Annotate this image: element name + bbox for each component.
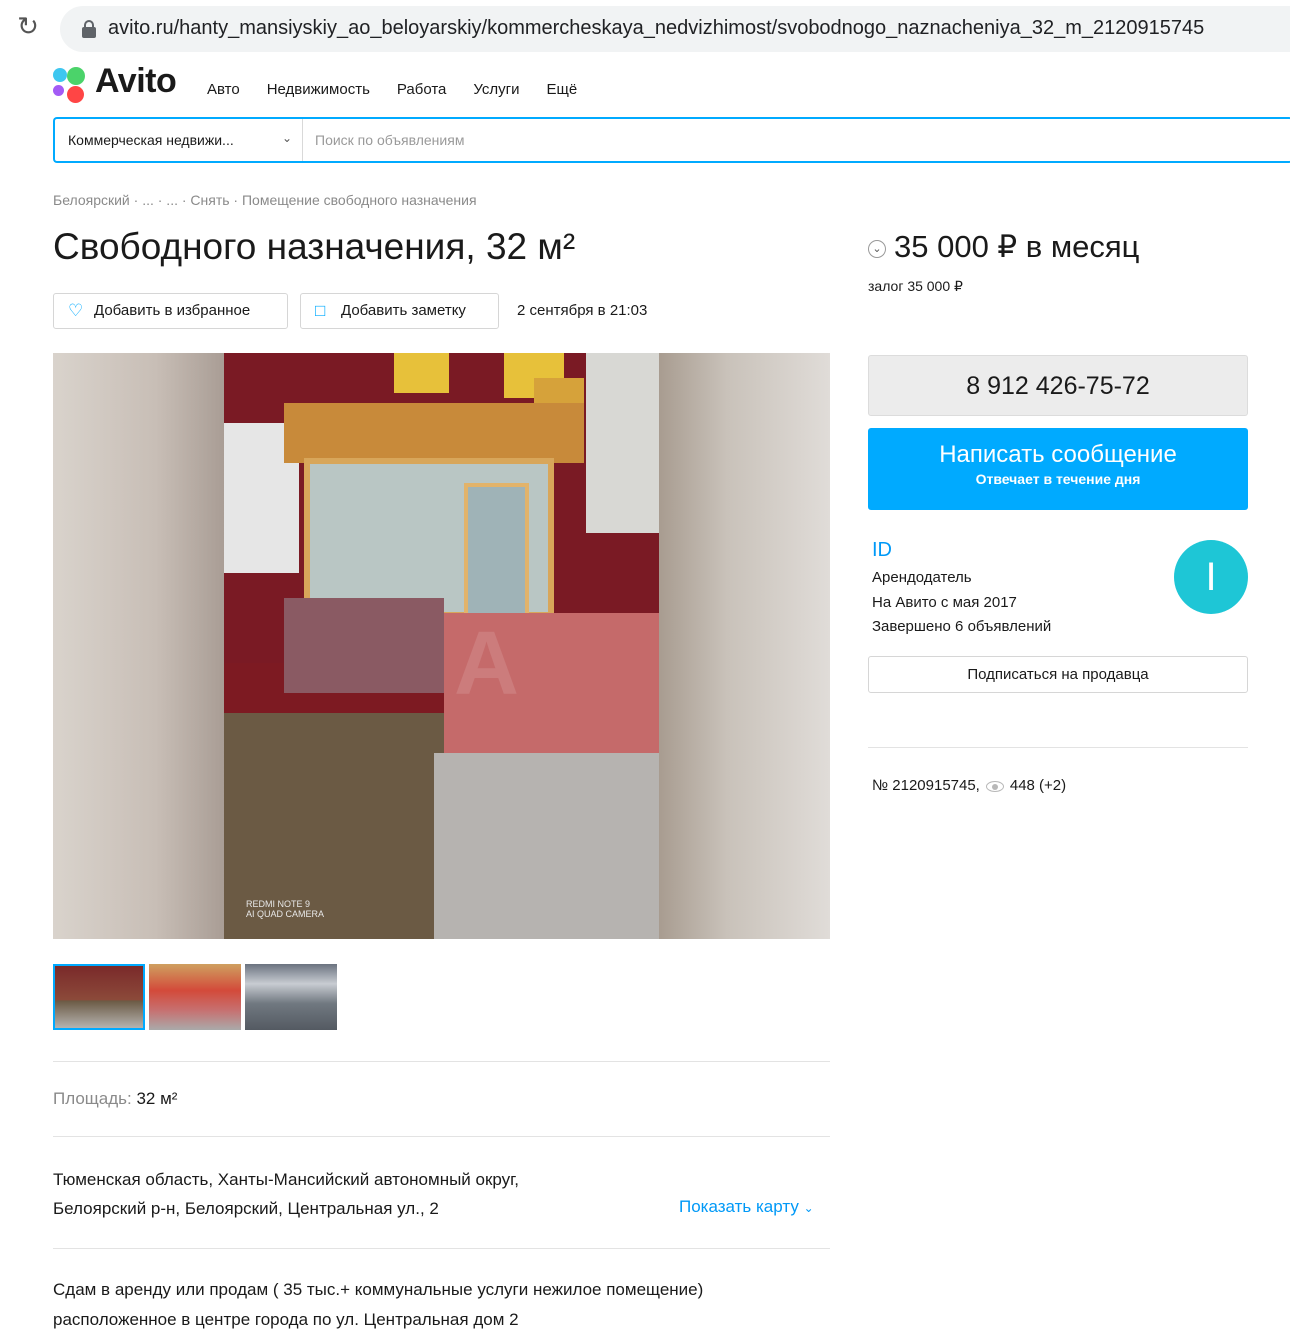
nav-item-more[interactable]: Ещё [547, 81, 578, 98]
chevron-down-icon[interactable]: ⌄ [868, 239, 886, 258]
divider [53, 1248, 830, 1249]
listing-number: № 2120915745, [872, 777, 980, 794]
page-title: Свободного назначения, 32 м² [53, 226, 576, 267]
seller-name-link[interactable]: ID [872, 539, 892, 562]
photo-main: A REDMI NOTE 9 AI QUAD CAMERA [224, 353, 659, 939]
avatar[interactable]: I [1174, 540, 1248, 614]
browser-toolbar: ↻ avito.ru/hanty_mansiyskiy_ao_beloyarsk… [0, 0, 1290, 58]
address-line: Тюменская область, Ханты-Мансийский авто… [53, 1170, 520, 1189]
area-label: Площадь: [53, 1089, 132, 1108]
photo-thumbnails [53, 964, 337, 1030]
watermark-logo: A [454, 614, 519, 714]
response-time: Отвечает в течение дня [975, 471, 1141, 487]
address: Тюменская область, Ханты-Мансийский авто… [53, 1165, 653, 1223]
seller-completed: Завершено 6 объявлений [872, 618, 1052, 635]
description-line: расположенное в центре города по ул. Цен… [53, 1310, 519, 1329]
category-select-value: Коммерческая недвижи... [68, 132, 234, 148]
listing-date: 2 сентября в 21:03 [517, 302, 648, 319]
address-line: Белоярский р-н, Белоярский, Центральная … [53, 1199, 439, 1218]
camera-watermark: REDMI NOTE 9 AI QUAD CAMERA [246, 899, 325, 919]
logo-dot [67, 67, 85, 85]
write-message-label: Написать сообщение [939, 441, 1177, 468]
search-bar: Коммерческая недвижи... ⌄ Поиск по объяв… [53, 117, 1290, 163]
show-map-label: Показать карту [679, 1197, 799, 1216]
logo-dot [53, 85, 64, 96]
note-icon: □ [315, 301, 326, 320]
breadcrumb[interactable]: Белоярский · ... · ... · Снять · Помещен… [53, 192, 477, 208]
show-map-link[interactable]: Показать карту ⌄ [679, 1197, 814, 1217]
photo-blur-left [53, 353, 224, 939]
deposit: залог 35 000 ₽ [868, 278, 963, 294]
logo-text: Avito [95, 62, 177, 100]
show-phone-button[interactable]: 8 912 426-75-72 [868, 355, 1248, 416]
add-favorite-label: Добавить в избранное [94, 302, 251, 319]
logo-dot [67, 86, 84, 103]
add-note-label: Добавить заметку [341, 302, 466, 319]
nav-item-services[interactable]: Услуги [473, 81, 519, 98]
reload-icon[interactable]: ↻ [14, 12, 42, 40]
description-line: Сдам в аренду или продам ( 35 тыс.+ комм… [53, 1280, 704, 1299]
divider [53, 1061, 830, 1062]
category-select[interactable]: Коммерческая недвижи... ⌄ [55, 119, 303, 161]
seller-since: На Авито с мая 2017 [872, 593, 1017, 611]
description: Сдам в аренду или продам ( 35 тыс.+ комм… [53, 1275, 830, 1329]
photo-blur-right [659, 353, 830, 939]
add-favorite-button[interactable]: ♡ Добавить в избранное [53, 293, 288, 329]
price: ⌄ 35 000 ₽ в месяц [868, 229, 1139, 265]
add-note-button[interactable]: □ Добавить заметку [300, 293, 499, 329]
heart-icon: ♡ [68, 301, 84, 320]
main-nav: Авто Недвижимость Работа Услуги Ещё [207, 81, 604, 98]
thumbnail-1[interactable] [53, 964, 145, 1030]
seller-type: Арендодатель [872, 569, 972, 586]
area-value: 32 м² [136, 1089, 178, 1108]
chevron-down-icon: ⌄ [281, 131, 292, 145]
url-text: avito.ru/hanty_mansiyskiy_ao_beloyarskiy… [108, 17, 1205, 39]
search-input[interactable]: Поиск по объявлениям [315, 132, 464, 148]
lock-icon[interactable] [82, 20, 96, 38]
logo-dot [53, 68, 67, 82]
divider [868, 747, 1248, 748]
seller-info: Арендодатель На Авито с мая 2017 Заверше… [872, 566, 1051, 640]
price-value: 35 000 ₽ в месяц [894, 229, 1140, 264]
thumbnail-2[interactable] [149, 964, 241, 1030]
avito-logo[interactable]: Avito [53, 62, 193, 104]
write-message-button[interactable]: Написать сообщение Отвечает в течение дн… [868, 428, 1248, 510]
listing-photo[interactable]: A REDMI NOTE 9 AI QUAD CAMERA [53, 353, 830, 939]
subscribe-button[interactable]: Подписаться на продавца [868, 656, 1248, 693]
chevron-down-icon: ⌄ [803, 1201, 814, 1215]
area-row: Площадь: 32 м² [53, 1089, 177, 1109]
thumbnail-3[interactable] [245, 964, 337, 1030]
address-bar[interactable]: avito.ru/hanty_mansiyskiy_ao_beloyarskiy… [60, 6, 1290, 52]
nav-item-jobs[interactable]: Работа [397, 81, 447, 98]
nav-item-realty[interactable]: Недвижимость [267, 81, 370, 98]
nav-item-auto[interactable]: Авто [207, 81, 240, 98]
divider [53, 1136, 830, 1137]
view-count: 448 (+2) [1009, 777, 1067, 794]
listing-meta: № 2120915745, 448 (+2) [872, 777, 1066, 794]
eye-icon [985, 780, 1004, 792]
